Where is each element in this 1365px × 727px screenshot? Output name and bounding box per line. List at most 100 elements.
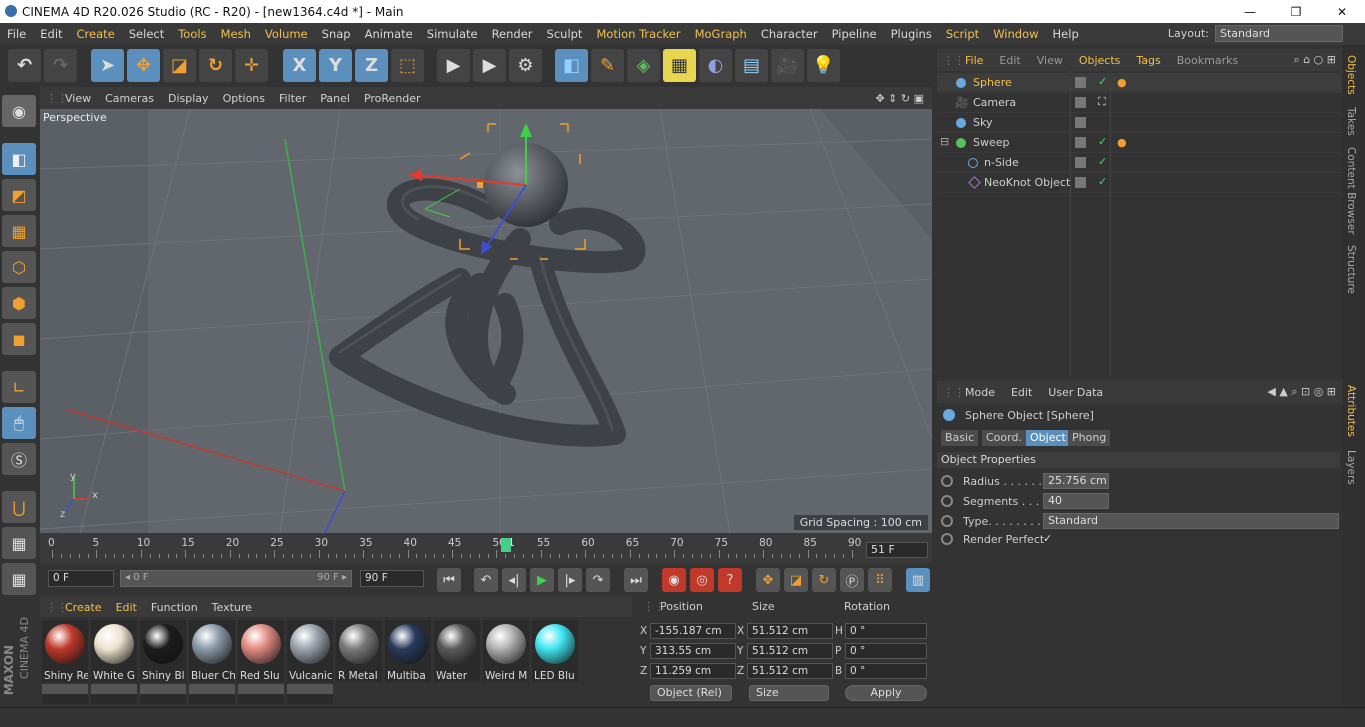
menu-character[interactable]: Character — [754, 27, 825, 41]
magnet-icon[interactable]: ⋃ — [2, 491, 36, 523]
tab-phong[interactable]: Phong — [1068, 430, 1111, 446]
menu-mesh[interactable]: Mesh — [214, 27, 258, 41]
playhead-marker[interactable] — [501, 538, 511, 552]
side-tab-takes[interactable]: Takes — [1345, 107, 1357, 136]
minimize-button[interactable]: — — [1227, 0, 1273, 23]
viewport-menu-prorender[interactable]: ProRender — [357, 92, 428, 105]
key-pla-icon[interactable]: ⠿ — [868, 568, 892, 592]
undo-icon[interactable]: ↶ — [8, 49, 41, 82]
previous-frame-icon[interactable]: ◂| — [502, 568, 526, 592]
move-icon[interactable]: ✥ — [127, 49, 160, 82]
texture-mode-icon[interactable]: ◩ — [2, 179, 36, 211]
animate-render-perfect-icon[interactable] — [941, 533, 953, 545]
rotation-h-field[interactable]: 0 ° — [845, 623, 927, 639]
rotate-icon[interactable]: ↻ — [199, 49, 232, 82]
rotation-b-field[interactable]: 0 ° — [845, 663, 927, 679]
menu-motion-tracker[interactable]: Motion Tracker — [589, 27, 687, 41]
polygons-mode-icon[interactable]: ◼ — [2, 323, 36, 355]
visibility-toggle-icon[interactable] — [1075, 137, 1086, 148]
points-mode-icon[interactable]: ⬡ — [2, 251, 36, 283]
viewport-menu-panel[interactable]: Panel — [313, 92, 357, 105]
segments-field[interactable]: 40 — [1043, 493, 1109, 509]
material-menu-create[interactable]: Create — [58, 601, 109, 614]
visibility-toggle-icon[interactable] — [1075, 77, 1086, 88]
material-swatch[interactable]: Shiny Re — [42, 620, 88, 682]
coordinate-mode-dropdown[interactable]: Object (Rel) — [650, 685, 732, 701]
viewport-menu-filter[interactable]: Filter — [272, 92, 313, 105]
camera-icon[interactable]: 🎥 — [771, 49, 804, 82]
x-axis-lock-button[interactable]: X — [283, 49, 316, 82]
material-menu-texture[interactable]: Texture — [205, 601, 259, 614]
material-tag-icon[interactable]: ● — [1117, 136, 1127, 149]
material-tag-icon[interactable]: ● — [1117, 76, 1127, 89]
object-row-n-side[interactable]: n-Side ✓ — [937, 153, 1342, 173]
objects-menu-edit[interactable]: Edit — [991, 54, 1028, 67]
menu-window[interactable]: Window — [986, 27, 1045, 41]
material-swatch[interactable]: White G — [91, 620, 137, 682]
side-tab-attributes[interactable]: Attributes — [1345, 385, 1357, 437]
position-y-field[interactable]: 313.55 cm — [650, 643, 736, 659]
timeline-window-icon[interactable]: ▥ — [906, 568, 930, 592]
radius-field[interactable]: 25.756 cm — [1043, 473, 1109, 489]
menu-plugins[interactable]: Plugins — [884, 27, 939, 41]
edges-mode-icon[interactable]: ⬢ — [2, 287, 36, 319]
material-menu-edit[interactable]: Edit — [109, 601, 144, 614]
select-arrow-icon[interactable]: ➤ — [91, 49, 124, 82]
viewport-menu-cameras[interactable]: Cameras — [98, 92, 161, 105]
objects-menu-bookmarks[interactable]: Bookmarks — [1169, 54, 1246, 67]
workplane-icon[interactable]: ▦ — [2, 215, 36, 247]
visibility-toggle-icon[interactable] — [1075, 157, 1086, 168]
menu-snap[interactable]: Snap — [315, 27, 358, 41]
side-tab-objects[interactable]: Objects — [1345, 55, 1357, 95]
visibility-toggle-icon[interactable] — [1075, 117, 1086, 128]
key-parameter-icon[interactable]: Ⓟ — [840, 568, 864, 592]
model-mode-icon[interactable]: ◧ — [2, 143, 36, 175]
objects-menu-objects[interactable]: Objects — [1071, 54, 1129, 67]
viewport-menu-view[interactable]: View — [58, 92, 98, 105]
close-button[interactable]: ✕ — [1319, 0, 1365, 23]
material-swatch[interactable]: R Metal — [336, 620, 382, 682]
record-keys-icon[interactable]: ◉ — [662, 568, 686, 592]
render-view-icon[interactable]: ▶ — [437, 49, 470, 82]
viewport-menu-display[interactable]: Display — [161, 92, 216, 105]
light-bulb-icon[interactable]: 💡 — [807, 49, 840, 82]
snapping-icon[interactable]: Ⓢ — [2, 443, 36, 475]
start-frame-field[interactable]: 0 F — [48, 570, 114, 587]
animate-segments-icon[interactable] — [941, 495, 953, 507]
side-tab-layers[interactable]: Layers — [1345, 450, 1357, 485]
attributes-nav-icons[interactable]: ◀ ▲ ⌕ ⊡ ◎ ⊞ — [1267, 385, 1336, 399]
transform-icon[interactable]: ✛ — [235, 49, 268, 82]
attributes-menu-edit[interactable]: Edit — [1003, 386, 1040, 399]
previous-key-icon[interactable]: ↶ — [474, 568, 498, 592]
end-frame-field[interactable]: 90 F — [360, 570, 424, 587]
menu-volume[interactable]: Volume — [258, 27, 315, 41]
coordinate-system-icon[interactable]: ⬚ — [391, 49, 424, 82]
menu-tools[interactable]: Tools — [171, 27, 213, 41]
tab-basic[interactable]: Basic — [941, 430, 979, 446]
floor-scene-icon[interactable]: ▤ — [735, 49, 768, 82]
material-swatch[interactable]: Bluer Ch — [189, 620, 235, 682]
z-axis-lock-button[interactable]: Z — [355, 49, 388, 82]
objects-tools-icons[interactable]: ⌕ ⌂ ○ ⊞ — [1294, 53, 1336, 67]
play-icon[interactable]: ▶ — [530, 568, 554, 592]
restore-button[interactable]: ❐ — [1273, 0, 1319, 23]
material-swatch[interactable]: Vulcanic — [287, 620, 333, 682]
material-swatch-row2[interactable] — [238, 684, 284, 704]
tweak-mode-icon[interactable]: 🖱 — [2, 407, 36, 439]
side-tab-content-browser[interactable]: Content Browser — [1345, 147, 1357, 235]
key-position-icon[interactable]: ✥ — [756, 568, 780, 592]
attributes-menu-user-data[interactable]: User Data — [1040, 386, 1111, 399]
planar-workplane-icon[interactable]: ▦ — [2, 563, 36, 595]
viewport-menu-options[interactable]: Options — [216, 92, 272, 105]
frame-range-slider[interactable]: ◂ 0 F 90 F ▸ — [120, 570, 352, 587]
array-generator-icon[interactable]: ▦ — [663, 49, 696, 82]
key-scale-icon[interactable]: ◪ — [784, 568, 808, 592]
object-row-sweep[interactable]: ⊟ Sweep ✓ ● — [937, 133, 1342, 153]
timeline-ruler[interactable]: 05101520253035404550515560657075808590 5… — [40, 533, 932, 563]
menu-create[interactable]: Create — [70, 27, 122, 41]
current-frame-field[interactable]: 51 F — [866, 542, 928, 558]
y-axis-lock-button[interactable]: Y — [319, 49, 352, 82]
material-swatch-row2[interactable] — [42, 684, 88, 704]
size-mode-dropdown[interactable]: Size — [749, 685, 829, 701]
subdivision-icon[interactable]: ◈ — [627, 49, 660, 82]
